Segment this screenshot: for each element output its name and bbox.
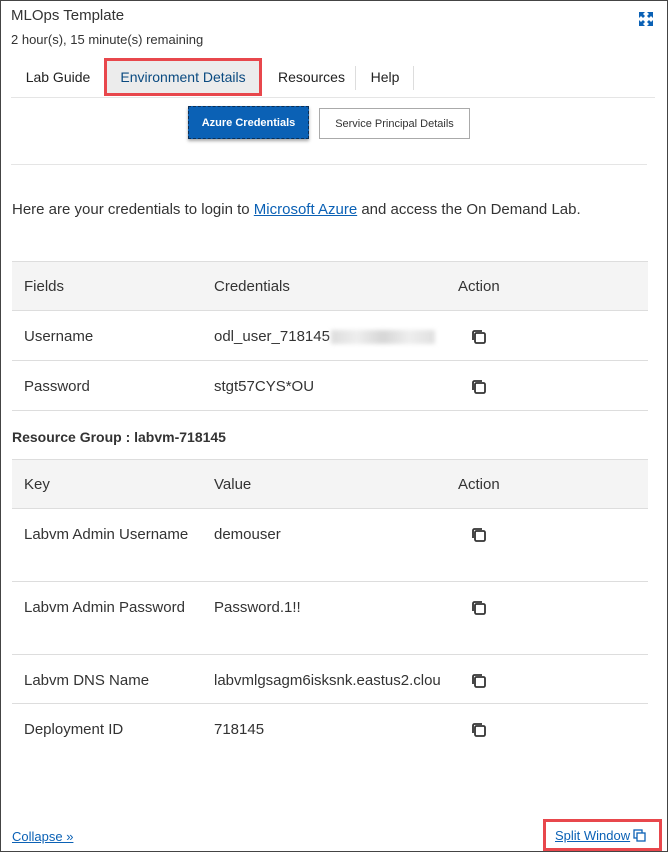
column-header: Key	[12, 459, 214, 509]
password-value: stgt57CYS*OU	[214, 378, 315, 395]
collapse-link[interactable]: Collapse »	[12, 829, 73, 844]
microsoft-azure-link[interactable]: Microsoft Azure	[254, 201, 357, 218]
table-row: Deployment ID 718145	[12, 704, 648, 753]
table-row: Labvm Admin Password Password.1!!	[12, 581, 648, 655]
split-window-icon	[633, 829, 646, 842]
table-header-row: Key Value Action	[12, 459, 648, 509]
split-window-label: Split Window	[555, 828, 631, 843]
divider	[11, 164, 647, 165]
resource-group-label: Resource Group : labvm-718145	[12, 429, 226, 445]
key-label: Deployment ID	[24, 721, 124, 738]
copy-icon[interactable]	[470, 599, 488, 617]
tab-label: Environment Details	[120, 69, 246, 85]
value-text: labvmlgsagm6isksnk.eastus2.clou	[214, 672, 441, 689]
table-row: Password stgt57CYS*OU	[12, 360, 648, 411]
value-text: Password.1!!	[214, 599, 301, 616]
time-remaining: 2 hour(s), 15 minute(s) remaining	[11, 32, 204, 47]
tab-label: Resources	[278, 69, 345, 85]
copy-icon[interactable]	[470, 672, 488, 690]
tab-label: Lab Guide	[25, 69, 91, 85]
tab-environment-details[interactable]: Environment Details	[104, 58, 262, 96]
key-label: Labvm Admin Password	[24, 599, 185, 616]
intro-before: Here are your credentials to login to	[12, 201, 254, 218]
tab-lab-guide[interactable]: Lab Guide	[11, 58, 105, 96]
column-header: Fields	[12, 261, 214, 311]
table-row: Labvm Admin Username demouser	[12, 508, 648, 582]
redacted-text	[330, 330, 435, 345]
column-header: Value	[214, 459, 458, 509]
azure-credentials-button[interactable]: Azure Credentials	[188, 106, 309, 139]
tab-bar: Lab Guide Environment Details Resources …	[11, 58, 655, 98]
table-row: Username odl_user_718145	[12, 310, 648, 361]
lab-title: MLOps Template	[11, 7, 125, 24]
column-header: Action	[458, 261, 648, 311]
key-label: Labvm Admin Username	[24, 526, 189, 543]
tab-label: Help	[370, 69, 400, 85]
split-window-link[interactable]: Split Window	[543, 819, 662, 851]
value-text: 718145	[214, 721, 265, 738]
expand-icon[interactable]	[637, 10, 655, 28]
username-value: odl_user_718145	[214, 328, 330, 345]
table-header-row: Fields Credentials Action	[12, 261, 648, 311]
key-label: Labvm DNS Name	[24, 672, 150, 689]
tab-help[interactable]: Help	[356, 58, 414, 96]
copy-icon[interactable]	[470, 328, 488, 346]
service-principal-details-button[interactable]: Service Principal Details	[319, 108, 470, 139]
field-label: Username	[24, 328, 94, 345]
column-header: Credentials	[214, 261, 458, 311]
copy-icon[interactable]	[470, 378, 488, 396]
table-row: Labvm DNS Name labvmlgsagm6isksnk.eastus…	[12, 654, 648, 704]
intro-after: and access the On Demand Lab.	[357, 201, 581, 218]
copy-icon[interactable]	[470, 526, 488, 544]
resource-table: Key Value Action Labvm Admin Username de…	[12, 459, 648, 752]
copy-icon[interactable]	[470, 721, 488, 739]
lab-panel: MLOps Template 2 hour(s), 15 minute(s) r…	[0, 0, 668, 852]
intro-text: Here are your credentials to login to Mi…	[12, 201, 581, 218]
value-text: demouser	[214, 526, 281, 543]
tab-resources[interactable]: Resources	[267, 58, 356, 96]
column-header: Action	[458, 459, 648, 509]
credentials-table: Fields Credentials Action Username odl_u…	[12, 261, 648, 411]
field-label: Password	[24, 378, 90, 395]
